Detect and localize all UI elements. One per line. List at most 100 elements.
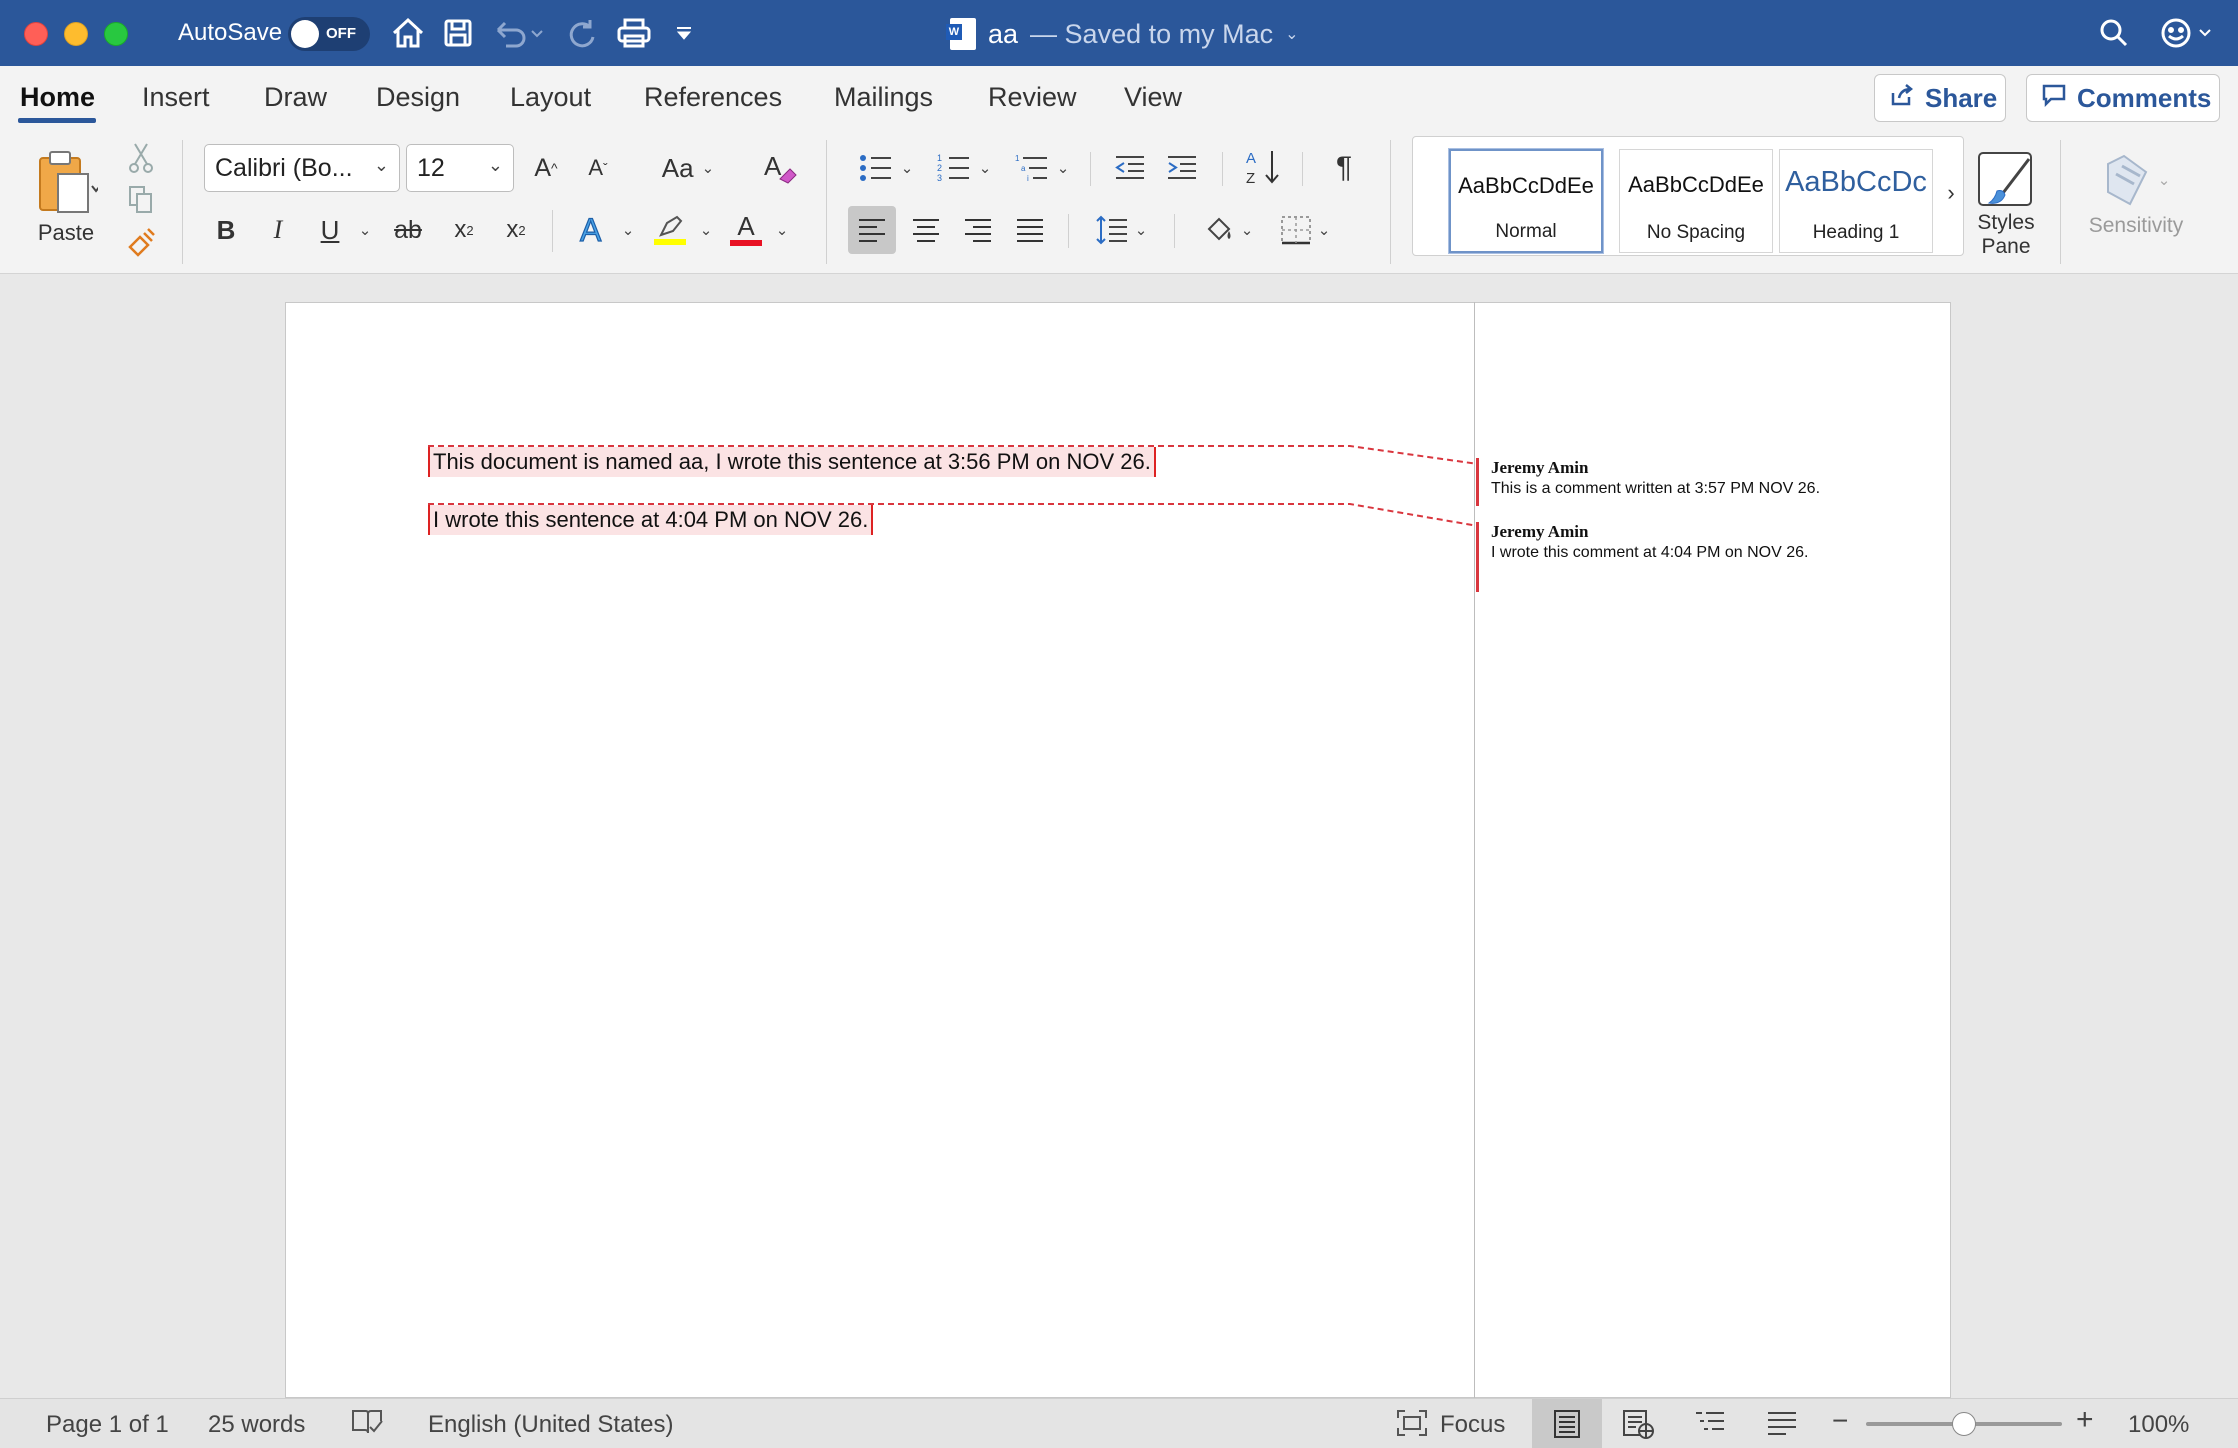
chevron-down-icon[interactable]: ⌄ [616,206,640,254]
zoom-slider-knob[interactable] [1952,1412,1976,1436]
svg-text:A: A [580,213,602,247]
justify-icon[interactable] [1006,206,1054,254]
font-color-letter-icon: A [737,211,755,241]
tab-insert[interactable]: Insert [142,82,210,113]
highlight-color-button[interactable] [648,206,692,254]
comments-button[interactable]: Comments [2026,74,2220,122]
font-name-dropdown[interactable]: Calibri (Bo... ⌄ [204,144,400,192]
comment-balloon[interactable]: Jeremy Amin I wrote this comment at 4:04… [1476,522,1808,592]
change-case-button[interactable]: Aa ⌄ [648,144,728,192]
style-heading-1[interactable]: AaBbCcDc Heading 1 [1779,149,1933,253]
strikethrough-button[interactable]: ab [386,206,430,254]
word-count[interactable]: 25 words [208,1411,305,1439]
svg-text:1: 1 [1015,154,1020,163]
tab-layout[interactable]: Layout [510,82,591,113]
bullets-button[interactable]: ⌄ [848,144,924,192]
subscript-icon[interactable]: x2 [444,206,484,254]
focus-label[interactable]: Focus [1440,1411,1505,1439]
tab-mailings[interactable]: Mailings [834,82,933,113]
grow-font-icon[interactable]: A ^ [524,144,568,192]
styles-more-chevron-icon[interactable]: › [1939,173,1963,213]
proofing-icon[interactable] [350,1407,384,1444]
home-icon[interactable] [388,12,428,54]
sensitivity-button[interactable]: ⌄ Sensitivity [2076,140,2196,250]
tab-view[interactable]: View [1124,82,1182,113]
align-right-icon[interactable] [954,206,1002,254]
print-icon[interactable] [614,12,654,54]
web-layout-icon[interactable] [1622,1409,1656,1446]
save-icon[interactable] [440,12,476,54]
superscript-icon[interactable]: x2 [496,206,536,254]
share-label: Share [1925,82,1998,113]
svg-text:Z: Z [1246,170,1255,187]
shrink-font-icon[interactable]: Aˇ [576,144,620,192]
minimize-window-button[interactable] [64,22,88,46]
markup-area-divider [1474,302,1475,1398]
undo-icon[interactable] [490,12,550,54]
sort-icon[interactable]: AZ [1240,142,1286,192]
tab-home[interactable]: Home [20,82,95,113]
font-color-button[interactable]: A [724,206,768,254]
tab-review[interactable]: Review [988,82,1077,113]
autosave-toggle[interactable]: OFF [288,17,370,51]
chevron-down-icon[interactable]: ⌄ [1285,24,1298,44]
chevron-down-icon[interactable]: ⌄ [352,206,378,254]
customize-toolbar-icon[interactable] [670,12,698,54]
bold-button[interactable]: B [206,206,246,254]
feedback-smiley-icon[interactable] [2158,12,2218,54]
format-painter-icon[interactable] [124,224,158,260]
borders-button[interactable]: ⌄ [1270,206,1340,254]
language[interactable]: English (United States) [428,1411,673,1439]
comment-balloon[interactable]: Jeremy Amin This is a comment written at… [1476,458,1820,506]
document-paragraph[interactable]: This document is named aa, I wrote this … [428,447,1156,477]
zoom-in-icon[interactable]: + [2076,1403,2094,1437]
document-name: aa [988,18,1019,49]
chevron-down-icon: ⌄ [373,155,389,175]
style-no-spacing[interactable]: AaBbCcDdEe No Spacing [1619,149,1773,253]
ribbon-tabs: Home Insert Draw Design Layout Reference… [0,66,2238,132]
save-status[interactable]: — Saved to my Mac [1030,19,1273,50]
show-formatting-marks-icon[interactable]: ¶ [1320,144,1368,192]
page-count[interactable]: Page 1 of 1 [46,1411,169,1439]
styles-pane-button[interactable]: Styles Pane [1966,140,2046,268]
redo-icon[interactable] [564,12,600,54]
style-normal[interactable]: AaBbCcDdEe Normal [1449,149,1603,253]
paste-button[interactable]: Paste [24,142,108,252]
line-spacing-button[interactable]: ⌄ [1088,206,1154,254]
svg-text:2: 2 [937,163,942,173]
multilevel-list-button[interactable]: 1ai ⌄ [1004,144,1080,192]
draft-view-icon[interactable] [1766,1409,1798,1444]
search-icon[interactable] [2094,12,2134,54]
tab-draw[interactable]: Draw [264,82,327,113]
tab-references[interactable]: References [644,82,782,113]
zoom-slider[interactable] [1866,1412,2062,1436]
zoom-percentage[interactable]: 100% [2128,1411,2189,1439]
numbered-list-icon: 123 [937,153,969,183]
tab-design[interactable]: Design [376,82,460,113]
text-effects-icon[interactable]: A [572,206,614,254]
document-paragraph[interactable]: I wrote this sentence at 4:04 PM on NOV … [428,505,874,535]
style-name: Normal [1495,221,1557,242]
cut-icon[interactable] [124,140,158,176]
numbering-button[interactable]: 123 ⌄ [926,144,1002,192]
italic-button[interactable]: I [258,206,298,254]
align-left-button[interactable] [848,206,896,254]
focus-icon[interactable] [1396,1409,1428,1444]
share-button[interactable]: Share [1874,74,2006,122]
outline-view-icon[interactable] [1694,1409,1726,1444]
copy-icon[interactable] [124,182,158,218]
clipboard-icon [39,151,98,213]
maximize-window-button[interactable] [104,22,128,46]
shading-button[interactable]: ⌄ [1196,206,1262,254]
close-window-button[interactable] [24,22,48,46]
zoom-out-icon[interactable]: − [1832,1405,1848,1437]
align-center-icon[interactable] [902,206,950,254]
decrease-indent-icon[interactable] [1108,144,1152,192]
chevron-down-icon[interactable]: ⌄ [770,206,794,254]
font-size-dropdown[interactable]: 12 ⌄ [406,144,514,192]
print-layout-view-button[interactable] [1532,1399,1602,1448]
increase-indent-icon[interactable] [1160,144,1204,192]
underline-button[interactable]: U [310,206,350,254]
chevron-down-icon[interactable]: ⌄ [694,206,718,254]
clear-formatting-icon[interactable]: A [756,144,804,192]
